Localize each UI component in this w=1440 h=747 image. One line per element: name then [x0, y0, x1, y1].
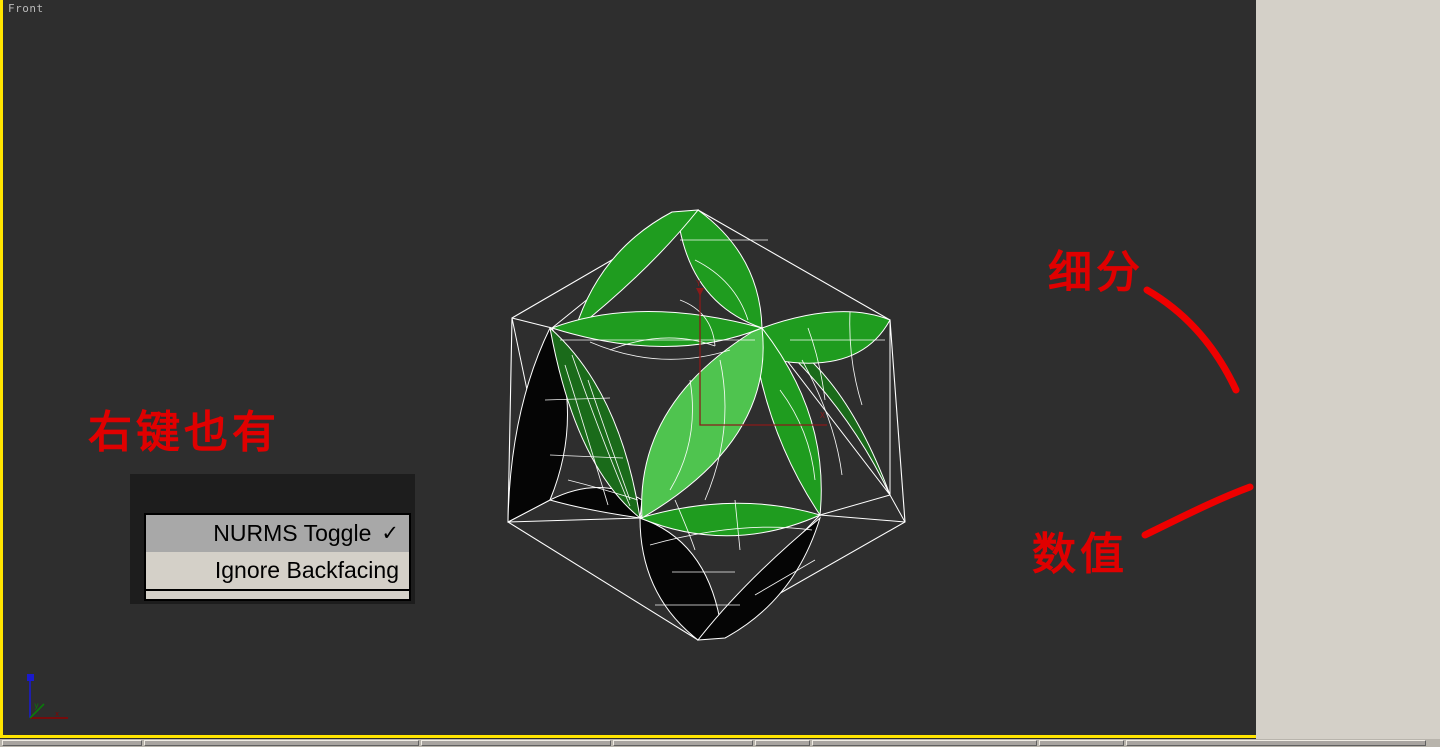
quad-menu[interactable]: NURMS Toggle ✓ Ignore Backfacing: [144, 513, 411, 601]
annotation-value: 数值: [1032, 529, 1128, 580]
status-segment[interactable]: [1126, 740, 1426, 746]
menu-item-ignore-backfacing-label: Ignore Backfacing: [214, 557, 399, 583]
viewport-front[interactable]: Y X x y Front: [0, 0, 1256, 738]
annotation-subdivision: 细分: [1048, 247, 1144, 298]
svg-text:Y: Y: [696, 279, 701, 288]
geosphere-model[interactable]: Y X: [490, 200, 910, 650]
menu-item-nurms-toggle[interactable]: NURMS Toggle ✓: [146, 515, 409, 552]
svg-text:x: x: [55, 710, 59, 718]
status-segment[interactable]: [421, 740, 611, 746]
svg-text:y: y: [34, 701, 39, 710]
viewport-active-border-bottom: [0, 735, 1256, 738]
annotation-right-click: 右键也有: [88, 407, 280, 458]
checkmark-icon: ✓: [381, 522, 399, 545]
axis-tripod-icon: x y: [27, 674, 68, 719]
status-segment[interactable]: [613, 740, 753, 746]
command-panel[interactable]: www.chsd.com Modifier List Editable Poly: [1256, 0, 1440, 747]
status-segment[interactable]: [2, 740, 142, 746]
status-bar[interactable]: [0, 739, 1440, 747]
menu-item-truncated[interactable]: [146, 589, 409, 603]
viewport-active-border-left: [0, 0, 3, 738]
menu-item-ignore-backfacing[interactable]: Ignore Backfacing: [146, 552, 409, 589]
status-segment[interactable]: [1039, 740, 1124, 746]
svg-text:X: X: [820, 411, 825, 420]
status-segment[interactable]: [812, 740, 1037, 746]
viewport-label: Front: [8, 2, 44, 15]
status-segment[interactable]: [755, 740, 810, 746]
menu-item-nurms-toggle-label: NURMS Toggle: [213, 520, 372, 546]
status-segment[interactable]: [144, 740, 419, 746]
